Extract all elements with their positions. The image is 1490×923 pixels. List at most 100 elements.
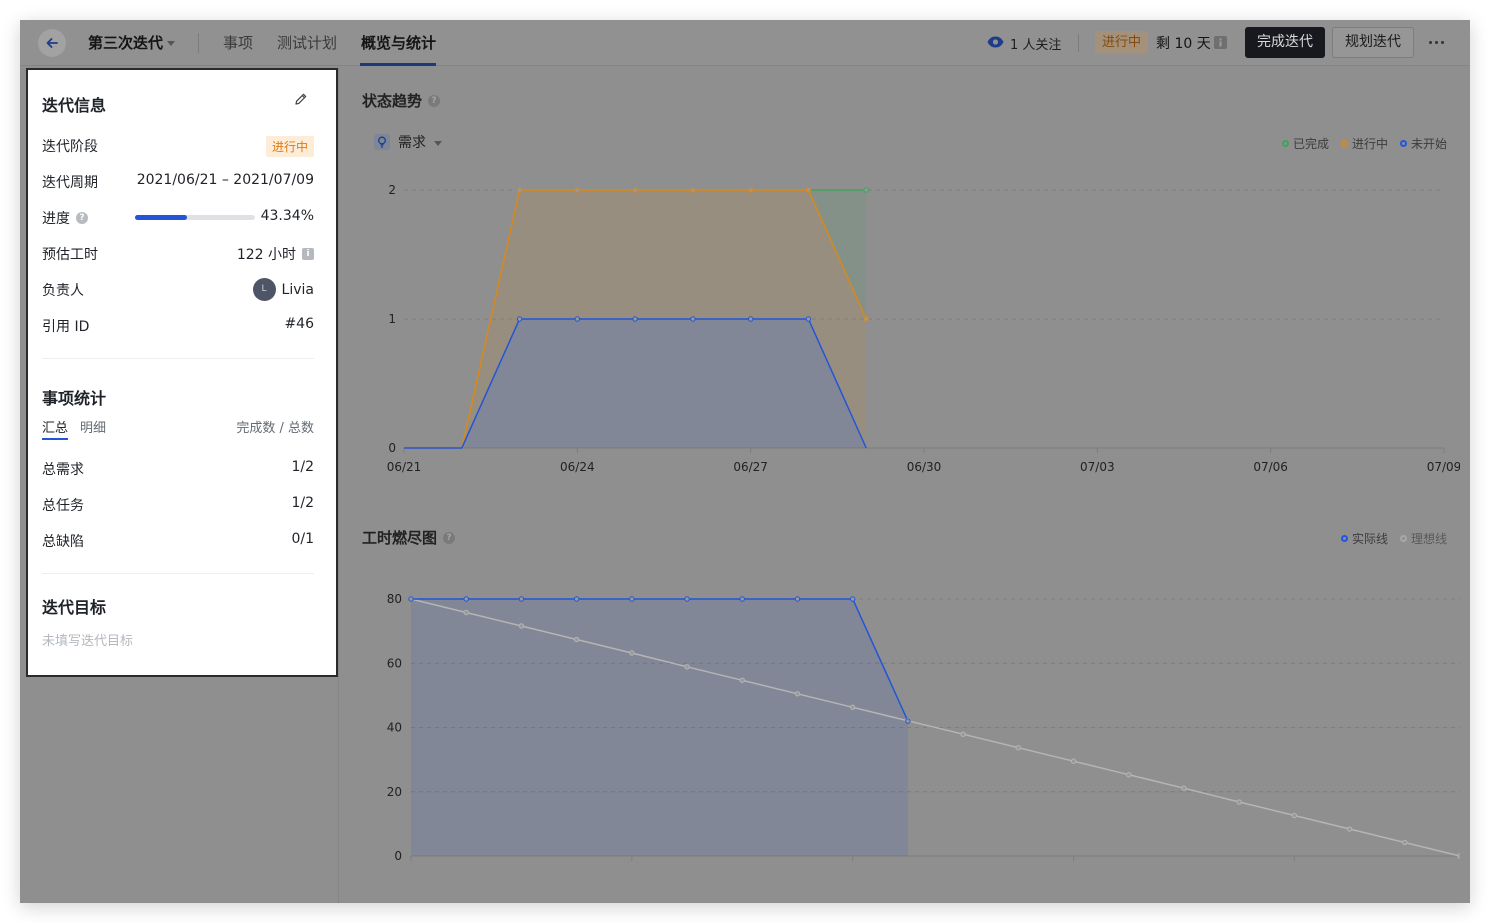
data-point <box>632 316 638 322</box>
legend-item[interactable]: 实际线 <box>1340 530 1388 547</box>
burndown-chart: 0 20 40 60 80 06/20 06/24 06/28 07/02 07/06 <box>387 592 1460 870</box>
legend-marker <box>1340 140 1348 147</box>
series-area-not-started <box>404 319 867 448</box>
progress-bar-fill <box>135 215 187 220</box>
chart-filter-value: 需求 <box>398 135 426 151</box>
data-point <box>805 187 812 193</box>
data-point <box>739 677 745 683</box>
chart-legend: 已完成 进行中 未开始 <box>1281 135 1447 152</box>
data-point <box>684 596 690 602</box>
data-point <box>794 691 801 697</box>
iteration-selector[interactable]: 第三次迭代 <box>88 32 176 53</box>
info-row-estimate: 预估工时 122 小时 i <box>42 244 314 264</box>
y-tick-label: 20 <box>387 785 402 799</box>
y-tick-label: 80 <box>387 592 402 606</box>
avatar[interactable]: L <box>252 278 276 301</box>
chart-title-status-trend: 状态趋势 ? <box>362 90 441 111</box>
legend-item[interactable]: 未开始 <box>1399 135 1447 152</box>
data-point <box>1126 772 1132 778</box>
legend-label: 已完成 <box>1292 137 1329 151</box>
info-row-owner: 负责人 L Livia <box>42 278 314 301</box>
x-tick-label: 06/24 <box>560 460 595 474</box>
period-value[interactable]: 2021/06/21 – 2021/07/09 <box>137 172 314 188</box>
tab-overview[interactable]: 概览与统计 <box>361 32 436 53</box>
data-point <box>1070 758 1077 764</box>
progress-label: 进度 <box>42 211 70 227</box>
data-point <box>632 187 638 193</box>
chart-title-text: 状态趋势 <box>362 92 423 110</box>
chart-legend: 实际线 理想线 <box>1340 530 1447 547</box>
stage-badge: 进行中 <box>265 136 314 157</box>
legend-item[interactable]: 已完成 <box>1281 135 1329 152</box>
x-tick-label: 06/20 <box>394 869 429 870</box>
divider <box>42 573 314 574</box>
data-point <box>794 596 801 602</box>
tab-items[interactable]: 事项 <box>223 32 253 53</box>
pencil-icon[interactable] <box>294 92 308 106</box>
legend-marker <box>1399 140 1407 147</box>
help-icon[interactable]: ? <box>443 531 456 544</box>
data-point <box>516 187 523 193</box>
owner-label: 负责人 <box>42 283 84 299</box>
data-point <box>408 596 414 602</box>
help-icon[interactable]: ? <box>428 94 441 107</box>
x-tick-label: 06/27 <box>733 460 768 474</box>
data-point <box>518 596 525 602</box>
x-tick-label: 06/28 <box>835 869 870 870</box>
watchers-count[interactable]: 1 人关注 <box>1010 34 1061 53</box>
data-point <box>516 316 523 322</box>
ref-id-value: #46 <box>284 316 314 332</box>
chevron-down-icon <box>167 41 176 46</box>
tab-summary[interactable]: 汇总 <box>42 417 68 436</box>
period-label: 迭代周期 <box>42 175 98 191</box>
y-tick-label: 0 <box>388 441 396 455</box>
data-point <box>1402 839 1408 846</box>
info-row-ref-id: 引用 ID #46 <box>42 316 314 336</box>
data-point <box>1181 785 1187 791</box>
back-button[interactable] <box>38 29 66 57</box>
stat-label: 总需求 <box>42 462 84 478</box>
more-icon[interactable] <box>1426 34 1446 50</box>
goal-placeholder[interactable]: 未填写迭代目标 <box>42 630 133 649</box>
plan-iteration-button[interactable]: 规划迭代 <box>1332 27 1414 58</box>
data-point <box>1291 812 1298 819</box>
legend-item[interactable]: 理想线 <box>1399 530 1447 547</box>
data-point <box>849 596 856 602</box>
data-point <box>1236 799 1242 805</box>
data-point <box>573 636 580 643</box>
y-tick-label: 60 <box>387 656 402 670</box>
top-bar: 第三次迭代 事项 测试计划 概览与统计 1 人关注 进行中 剩 10 天 完成迭… <box>20 20 1470 66</box>
tab-test-plan[interactable]: 测试计划 <box>277 32 337 53</box>
chart-title-burndown: 工时燃尽图 ? <box>362 527 456 548</box>
lightbulb-icon <box>374 134 390 150</box>
data-point <box>690 316 696 322</box>
x-tick-label: 07/02 <box>1056 869 1091 870</box>
data-point <box>463 596 469 602</box>
x-tick-label: 07/03 <box>1080 460 1115 474</box>
x-tick-label: 07/06 <box>1277 869 1312 870</box>
active-tab-indicator <box>360 63 436 66</box>
y-tick-label: 40 <box>387 721 402 735</box>
data-point <box>518 623 525 629</box>
owner-name[interactable]: Livia <box>282 282 314 298</box>
chevron-down-icon <box>434 140 442 146</box>
data-point <box>1015 745 1022 751</box>
data-point <box>849 704 856 710</box>
section-title-info: 迭代信息 <box>42 96 107 115</box>
chart-filter-select[interactable]: 需求 <box>374 132 442 152</box>
data-point <box>863 187 869 193</box>
legend-marker <box>1399 535 1407 542</box>
active-tab-indicator <box>42 438 68 440</box>
legend-label: 进行中 <box>1351 137 1388 151</box>
info-icon[interactable]: i <box>302 248 314 260</box>
series-area-actual <box>411 599 908 856</box>
legend-item[interactable]: 进行中 <box>1340 135 1388 152</box>
tab-detail[interactable]: 明细 <box>80 417 106 436</box>
complete-iteration-button[interactable]: 完成迭代 <box>1245 27 1325 58</box>
table-row: 总任务 1/2 <box>42 495 314 515</box>
help-icon[interactable]: ? <box>76 212 88 224</box>
data-point <box>805 316 812 322</box>
stats-column-header: 完成数 / 总数 <box>236 421 314 436</box>
info-icon[interactable] <box>1214 36 1227 49</box>
eye-icon[interactable] <box>987 36 1004 48</box>
